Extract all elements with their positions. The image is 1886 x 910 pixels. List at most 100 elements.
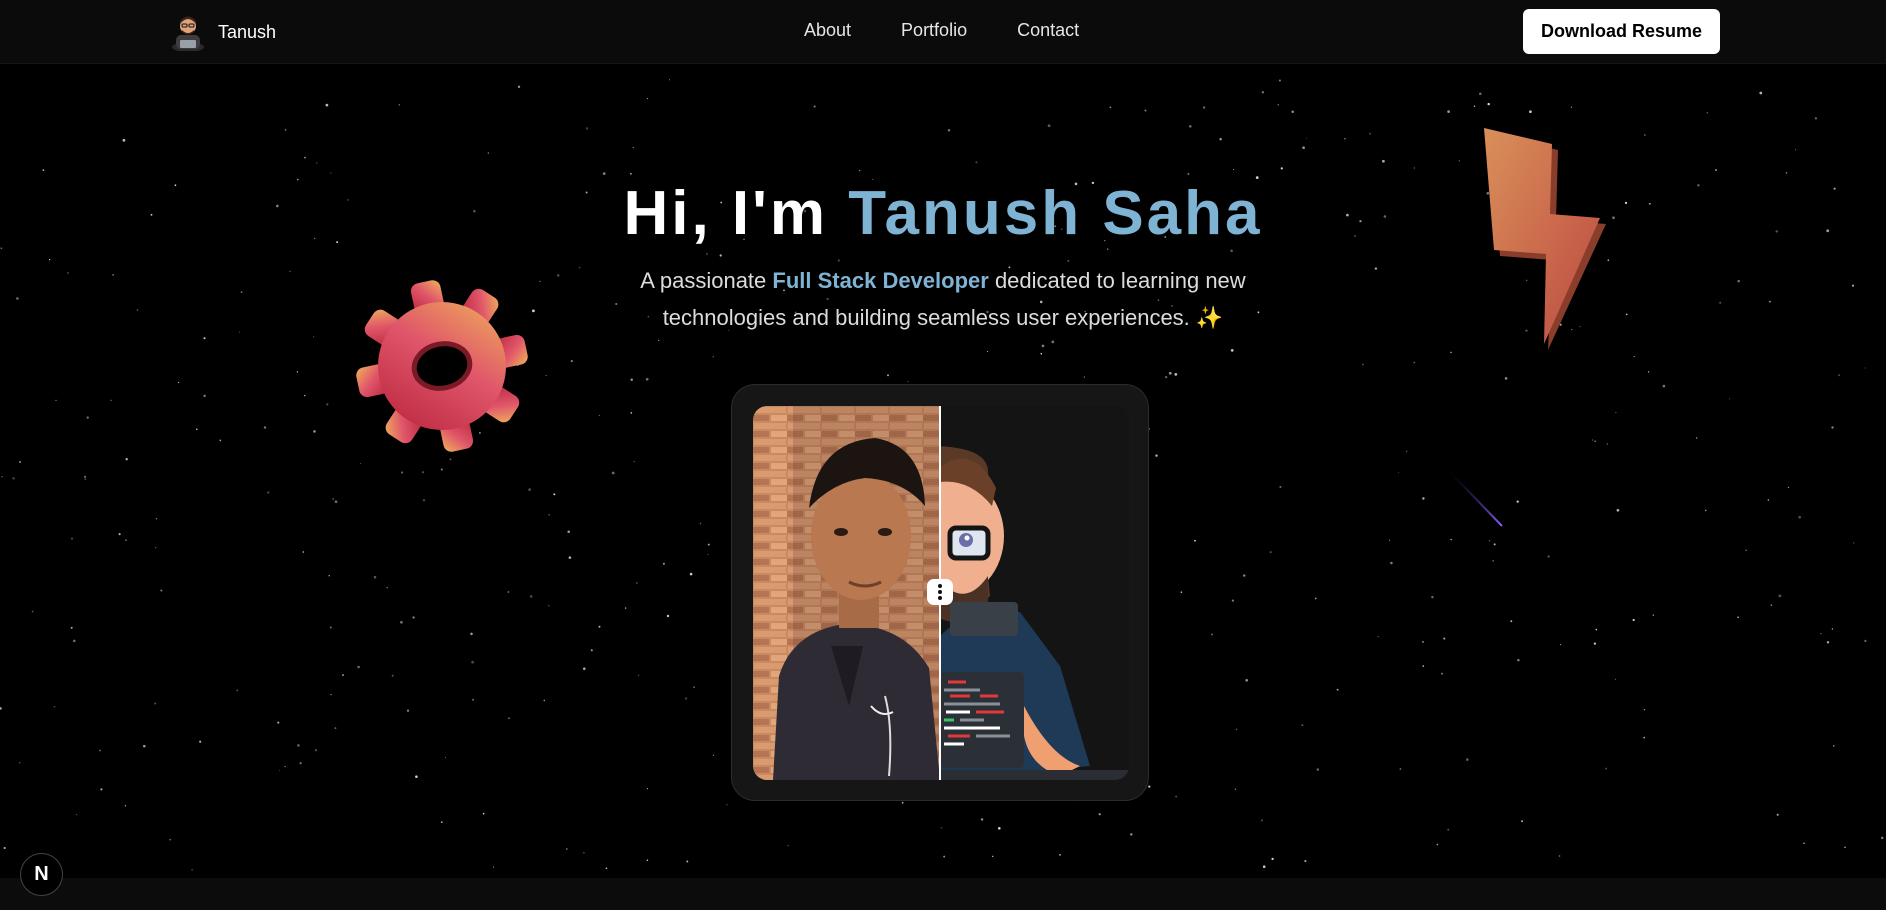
star xyxy=(1778,594,1782,598)
star xyxy=(296,371,299,373)
slider-handle[interactable] xyxy=(927,579,953,605)
star xyxy=(1398,472,1400,474)
nav-links: About Portfolio Contact xyxy=(804,20,1079,41)
star xyxy=(199,740,202,743)
star xyxy=(326,403,329,406)
star xyxy=(1558,855,1561,857)
star xyxy=(507,591,510,593)
star xyxy=(1625,313,1628,316)
star xyxy=(605,867,608,870)
star xyxy=(686,860,689,863)
star xyxy=(1798,515,1801,519)
star xyxy=(471,698,475,701)
star xyxy=(1443,637,1446,640)
star xyxy=(1633,355,1635,358)
star xyxy=(1559,644,1562,646)
star xyxy=(1189,125,1192,128)
star xyxy=(548,605,550,607)
star xyxy=(415,775,418,778)
star xyxy=(858,169,861,172)
star xyxy=(585,127,589,130)
star xyxy=(156,518,158,520)
star xyxy=(1593,642,1597,645)
sparkle-icon: ✨ xyxy=(1195,305,1224,330)
star xyxy=(1174,373,1178,376)
star xyxy=(449,458,452,461)
star xyxy=(1838,374,1841,377)
star xyxy=(1260,819,1263,822)
star xyxy=(279,770,281,772)
star xyxy=(1262,865,1266,868)
star xyxy=(706,253,708,255)
star xyxy=(239,331,241,333)
nav-link-about[interactable]: About xyxy=(804,20,851,41)
star xyxy=(1406,450,1408,452)
star xyxy=(1245,678,1249,682)
star xyxy=(1271,857,1274,861)
star xyxy=(1155,454,1158,457)
download-resume-button[interactable]: Download Resume xyxy=(1523,9,1720,54)
vertical-dots-icon xyxy=(938,584,942,588)
before-after-slider[interactable] xyxy=(753,406,1129,780)
star xyxy=(1291,110,1294,113)
nextjs-icon[interactable]: N xyxy=(20,853,63,896)
star xyxy=(1219,138,1222,141)
star xyxy=(1529,110,1532,114)
star xyxy=(712,356,714,358)
nav-link-portfolio[interactable]: Portfolio xyxy=(901,20,967,41)
star xyxy=(684,697,688,700)
star xyxy=(712,754,714,756)
star xyxy=(1776,813,1779,816)
star xyxy=(1820,633,1822,635)
star xyxy=(1770,604,1773,607)
star xyxy=(1051,340,1055,344)
cartoon-avatar-illustration xyxy=(940,406,1129,780)
hero-title: Hi, I'm Tanush Saha xyxy=(0,178,1886,249)
star xyxy=(1696,437,1698,439)
star xyxy=(1447,110,1450,113)
star xyxy=(1389,539,1391,541)
shooting-star-icon xyxy=(1449,471,1503,527)
brand[interactable]: Tanush xyxy=(170,13,276,51)
star xyxy=(1864,639,1867,643)
star xyxy=(630,378,633,381)
star xyxy=(1413,167,1415,169)
star xyxy=(567,530,570,534)
nav-link-contact[interactable]: Contact xyxy=(1017,20,1079,41)
star xyxy=(1243,574,1246,577)
star xyxy=(1769,300,1771,303)
star xyxy=(630,412,633,414)
next-section-edge xyxy=(0,878,1886,910)
star xyxy=(1301,724,1304,727)
star xyxy=(662,562,665,565)
star xyxy=(100,788,103,791)
star xyxy=(136,309,139,311)
star xyxy=(1632,618,1635,622)
star xyxy=(155,546,157,549)
star xyxy=(1059,854,1061,856)
star xyxy=(1130,833,1133,836)
star xyxy=(590,649,593,652)
star xyxy=(332,498,334,500)
star xyxy=(1194,539,1196,542)
star xyxy=(1745,549,1747,552)
star xyxy=(1803,842,1805,844)
star xyxy=(1109,106,1112,109)
star xyxy=(887,374,889,377)
star xyxy=(329,626,332,629)
star xyxy=(556,274,560,277)
star xyxy=(689,572,693,576)
star xyxy=(1759,91,1763,95)
star xyxy=(160,589,163,592)
star xyxy=(330,693,332,696)
star xyxy=(693,686,696,689)
star xyxy=(1616,508,1620,512)
star xyxy=(1521,820,1524,823)
star xyxy=(1570,106,1572,108)
star xyxy=(629,172,632,175)
star xyxy=(1269,551,1272,554)
star xyxy=(517,85,521,89)
star xyxy=(440,468,443,471)
star xyxy=(169,839,171,841)
star xyxy=(3,846,6,850)
